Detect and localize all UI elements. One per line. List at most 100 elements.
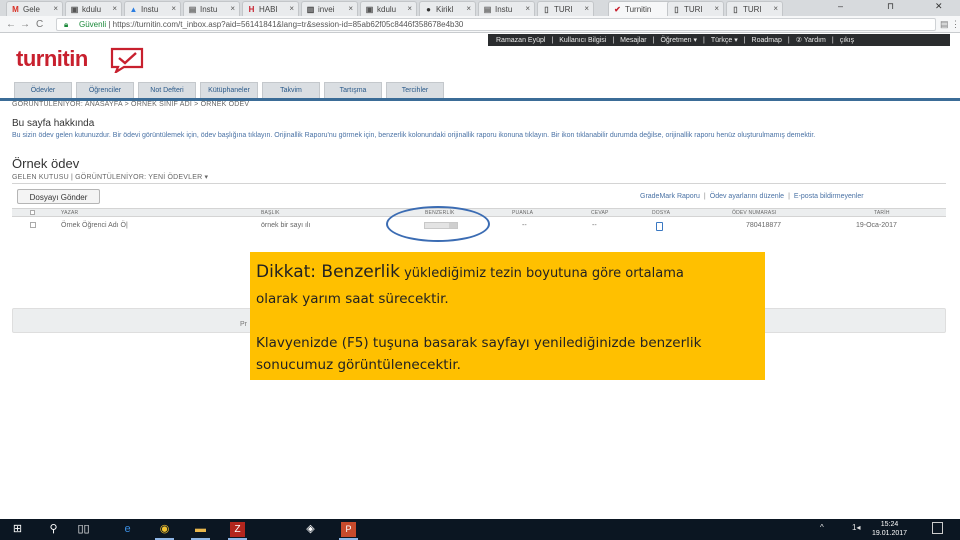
main-tab[interactable]: Tartışma — [324, 82, 382, 98]
clock[interactable]: 15:24 19.01.2017 — [872, 520, 907, 538]
tab-close-icon[interactable]: × — [466, 4, 471, 13]
tab-label: Instu — [495, 5, 513, 14]
notifications-icon[interactable] — [932, 522, 943, 534]
submit-file-button[interactable]: Dosyayı Gönder — [17, 189, 100, 204]
browser-tab[interactable]: ▥ invei × — [301, 1, 358, 16]
screen: M Gele × ▣ kdulu × ▲ Instu × ▤ Instu × H HABI × ▥ invei ×… — [0, 0, 960, 540]
taskbar-edge-icon[interactable]: e — [120, 522, 135, 537]
top-nav-item[interactable]: ② Yardım — [796, 37, 826, 44]
extension-icon[interactable]: ▤ — [940, 19, 949, 30]
taskbar-box-icon[interactable]: ◈ — [303, 522, 318, 537]
tab-close-icon[interactable]: × — [230, 4, 235, 13]
tab-favicon-icon: ▯ — [674, 5, 679, 14]
top-nav-item[interactable]: Roadmap — [752, 37, 782, 44]
col-title[interactable]: BAŞLIK — [261, 210, 280, 216]
taskbar-chrome-icon[interactable]: ◉ — [157, 522, 172, 537]
breadcrumb: GORÜNTÜLENIYOR: ANASAYFA > ÖRNEK SINIF A… — [12, 101, 250, 108]
main-tab[interactable]: Takvim — [262, 82, 320, 98]
top-nav-item[interactable]: Türkçe ▾ — [711, 37, 738, 44]
tab-close-icon[interactable]: × — [584, 4, 589, 13]
main-tab[interactable]: Not Defteri — [138, 82, 196, 98]
tab-close-icon[interactable]: × — [289, 4, 294, 13]
tab-close-icon[interactable]: × — [348, 4, 353, 13]
col-paper-id[interactable]: ÖDEV NUMARASI — [732, 210, 777, 216]
notice-box: Dikkat: Benzerlik yüklediğimiz tezin boy… — [250, 252, 765, 380]
browser-tab[interactable]: ▯ TURI × — [667, 1, 724, 16]
main-tab[interactable]: Kütüphaneler — [200, 82, 258, 98]
minimize-button[interactable]: – — [838, 1, 843, 11]
taskbar-start-icon[interactable]: ⊞ — [10, 522, 25, 537]
taskbar-filezilla-icon[interactable]: Z — [230, 522, 245, 537]
notice-line-2: olarak yarım saat sürecektir. — [256, 291, 449, 307]
browser-tab[interactable]: ▤ Instu × — [183, 1, 240, 16]
main-tab[interactable]: Tercihler — [386, 82, 444, 98]
taskbar-task-view-icon[interactable]: ▯▯ — [76, 522, 91, 537]
tab-close-icon[interactable]: × — [53, 4, 58, 13]
tab-favicon-icon: ▲ — [129, 5, 138, 14]
notice-line-1: Dikkat: Benzerlik yüklediğimiz tezin boy… — [256, 262, 684, 282]
main-tab[interactable]: Öğrenciler — [76, 82, 134, 98]
divider — [12, 183, 946, 184]
row-checkbox[interactable] — [30, 222, 36, 228]
tab-close-icon[interactable]: × — [407, 4, 412, 13]
browser-tab[interactable]: ▯ TURI × — [726, 1, 783, 16]
col-grade[interactable]: PUANLA — [512, 210, 533, 216]
page-title: Örnek ödev — [12, 156, 80, 171]
select-all-checkbox[interactable] — [30, 210, 35, 215]
browser-tab[interactable]: ● Kirikl × — [419, 1, 476, 16]
browser-tab[interactable]: ▣ kdulu × — [65, 1, 122, 16]
tab-close-icon[interactable]: × — [773, 4, 778, 13]
lock-icon: 🔒︎ — [64, 20, 69, 29]
top-nav-item[interactable]: Kullanıcı Bilgisi — [559, 37, 606, 44]
close-window-button[interactable]: ✕ — [935, 1, 943, 12]
taskbar-powerpoint-icon[interactable]: P — [341, 522, 356, 537]
volume-icon[interactable]: 1◂ — [852, 523, 860, 532]
menu-icon[interactable]: ⋮ — [951, 19, 960, 30]
tab-close-icon[interactable]: × — [112, 4, 117, 13]
tab-label: Instu — [200, 5, 218, 14]
top-nav-item[interactable]: Öğretmen ▾ — [660, 37, 697, 44]
col-file[interactable]: DOSYA — [652, 210, 670, 216]
turnitin-logo[interactable]: turnitin — [16, 46, 88, 72]
browser-tab[interactable]: ▯ TURI × — [537, 1, 594, 16]
secure-label: Güvenli — [79, 20, 107, 29]
tray-chevron-icon[interactable]: ^ — [820, 523, 824, 532]
email-non-submitters-link[interactable]: E-posta bildirmeyenler — [794, 193, 864, 200]
col-author[interactable]: YAZAR — [61, 210, 78, 216]
row-author: Örnek Öğrenci Adı Ö| — [61, 222, 128, 229]
browser-tab[interactable]: ▲ Instu × — [124, 1, 181, 16]
browser-tab[interactable]: ▤ Instu × — [478, 1, 535, 16]
grey-box-text: Pr — [240, 321, 247, 328]
taskbar-search-icon[interactable]: ⚲ — [46, 522, 61, 537]
col-response[interactable]: CEVAP — [591, 210, 609, 216]
notice-line-4: sonucumuz görüntülenecektir. — [256, 357, 461, 373]
row-title[interactable]: örnek bir sayı ılı — [261, 222, 310, 229]
top-nav-item[interactable]: Mesajlar — [620, 37, 646, 44]
browser-tab[interactable]: ▣ kdulu × — [360, 1, 417, 16]
browser-tab[interactable]: H HABI × — [242, 1, 299, 16]
top-nav-item[interactable]: çıkış — [840, 37, 854, 44]
top-nav-item[interactable]: Ramazan Eyüpl — [496, 37, 545, 44]
edit-assignment-link[interactable]: Ödev ayarlarını düzenle — [710, 193, 784, 200]
row-date: 19-Oca-2017 — [856, 222, 897, 229]
forward-icon[interactable]: → — [20, 19, 30, 30]
url-input[interactable]: 🔒︎ Güvenli | https://turnitin.com/t_inbo… — [56, 18, 936, 31]
tab-close-icon[interactable]: × — [714, 4, 719, 13]
reload-icon[interactable]: C — [36, 19, 43, 30]
restore-button[interactable]: ⊓ — [887, 1, 894, 12]
inbox-view-selector[interactable]: GELEN KUTUSU | GÖRÜNTÜLENİYOR: YENİ ÖDEV… — [12, 173, 208, 181]
tab-favicon-icon: ▤ — [483, 5, 492, 14]
tab-close-icon[interactable]: × — [171, 4, 176, 13]
top-nav-separator: | — [703, 37, 705, 44]
tab-favicon-icon: ● — [426, 5, 431, 14]
col-date[interactable]: TARİH — [874, 210, 890, 216]
download-file-icon[interactable] — [656, 222, 663, 231]
taskbar: ^ 1◂ 15:24 19.01.2017 ⊞ ⚲ ▯▯ e ◉ ▬ Z ◈ P — [0, 519, 960, 540]
tab-close-icon[interactable]: × — [525, 4, 530, 13]
main-tab[interactable]: Ödevler — [14, 82, 72, 98]
back-icon[interactable]: ← — [6, 19, 16, 30]
tab-favicon-icon: ▣ — [365, 5, 374, 14]
grademark-report-link[interactable]: GradeMark Raporu — [640, 193, 700, 200]
taskbar-explorer-icon[interactable]: ▬ — [193, 522, 208, 537]
browser-tab[interactable]: M Gele × — [6, 1, 63, 16]
